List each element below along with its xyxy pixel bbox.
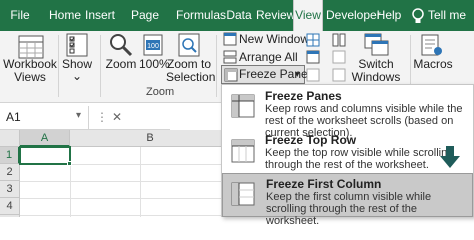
tab-formulas[interactable]: Formulas [176, 0, 226, 31]
ribbon-separator [58, 35, 59, 97]
menu-item-title: Freeze Panes [265, 89, 342, 103]
split-icon[interactable] [306, 33, 320, 47]
cancel-icon[interactable]: ✕ [112, 110, 122, 124]
freeze-panes-button[interactable]: Freeze Panes [239, 65, 314, 83]
column-header[interactable]: A [20, 130, 70, 147]
menu-item-freeze-panes[interactable]: Freeze Panes Keep rows and columns visib… [222, 86, 473, 139]
menu-item-description: Keep the first column visible while scro… [266, 191, 432, 227]
hide-window-icon[interactable] [306, 50, 320, 64]
tab-insert[interactable]: Insert [85, 0, 115, 31]
view-side-by-side-icon[interactable] [332, 33, 346, 47]
zoom-to-selection-icon [178, 33, 200, 57]
freeze-panes-icon [224, 68, 238, 82]
menu-item-title: Freeze First Column [266, 177, 382, 191]
tab-home[interactable]: Home [47, 0, 83, 31]
menu-item-freeze-top-row[interactable]: Freeze Top Row Keep the top row visible … [222, 130, 473, 174]
row-header[interactable]: 4 [0, 198, 20, 215]
magnifier-icon [110, 34, 133, 57]
grid-line [140, 147, 141, 217]
row-header[interactable]: 2 [0, 164, 20, 181]
zoom-100-button[interactable]: 100% [139, 58, 170, 71]
workbook-views-icon [18, 35, 44, 59]
switch-windows-icon [364, 33, 389, 56]
tab-file[interactable]: File [6, 0, 34, 31]
svg-text:100: 100 [147, 43, 159, 50]
reset-window-position-icon[interactable] [332, 68, 346, 82]
tab-help[interactable]: Help [375, 0, 403, 31]
fill-handle[interactable] [67, 161, 72, 166]
macros-button[interactable]: Macros [412, 58, 454, 71]
unhide-window-icon[interactable] [306, 68, 320, 82]
chevron-down-icon: ▾ [295, 69, 300, 79]
formula-bar-dots: ⋮ [96, 110, 110, 124]
zoom-to-selection-button[interactable]: Zoom to Selection [166, 58, 215, 84]
new-window-button[interactable]: New Window [239, 30, 309, 48]
menu-item-description: Keep the top row visible while scrolling… [265, 147, 454, 171]
tab-page-layout[interactable]: Page Layout [118, 0, 172, 53]
switch-windows-button[interactable]: Switch Windows [348, 58, 404, 84]
chevron-down-icon: ⌄ [71, 69, 83, 83]
tab-developer[interactable]: Developer [326, 0, 381, 31]
zoom-100-icon: 100 [143, 34, 163, 56]
tab-data[interactable]: Data [226, 0, 252, 31]
grid-line [20, 215, 230, 216]
worksheet-grid: A B 1 2 3 4 [0, 130, 230, 217]
tab-review[interactable]: Review [256, 0, 295, 31]
row-header[interactable]: 1 [0, 147, 20, 164]
arrange-all-icon [223, 50, 237, 64]
row-header[interactable]: 3 [0, 181, 20, 198]
new-window-icon [223, 32, 237, 46]
tell-me-search[interactable]: Tell me [428, 0, 466, 31]
show-icon [66, 33, 88, 57]
name-box[interactable]: A1 ▾ ⋮ ✕ [0, 106, 170, 130]
freeze-panes-menu: Freeze Panes Keep rows and columns visib… [221, 84, 474, 227]
namebox-divider [88, 106, 89, 130]
select-all-corner[interactable] [0, 130, 20, 147]
menu-item-freeze-first-column[interactable]: Freeze First Column Keep the first colum… [222, 173, 473, 227]
synchronous-scrolling-icon[interactable] [332, 50, 346, 64]
arrange-all-button[interactable]: Arrange All [239, 48, 298, 66]
menu-item-title: Freeze Top Row [265, 133, 357, 147]
freeze-first-column-icon [231, 182, 255, 206]
lightbulb-icon [412, 8, 424, 23]
freeze-top-row-icon [231, 139, 255, 163]
selected-cell-a1[interactable] [19, 146, 71, 165]
chevron-down-icon: ▾ [76, 110, 82, 121]
name-box-value: A1 [6, 110, 21, 124]
macros-icon [421, 34, 442, 56]
workbook-views-button[interactable]: Workbook Views [2, 58, 58, 84]
ribbon-separator [100, 35, 101, 97]
grid-line [20, 198, 230, 199]
zoom-button[interactable]: Zoom [104, 58, 138, 71]
column-header[interactable]: B [70, 130, 230, 147]
ribbon-tab-bar: File Home Insert Page Layout Formulas Da… [0, 0, 474, 53]
zoom-group-label: Zoom [146, 86, 175, 98]
ribbon-separator [216, 35, 217, 97]
grid-line [20, 181, 230, 182]
tab-view[interactable]: View [293, 0, 323, 31]
arrow-down-icon [440, 146, 460, 168]
freeze-panes-icon [231, 94, 255, 118]
row-header [0, 215, 20, 217]
